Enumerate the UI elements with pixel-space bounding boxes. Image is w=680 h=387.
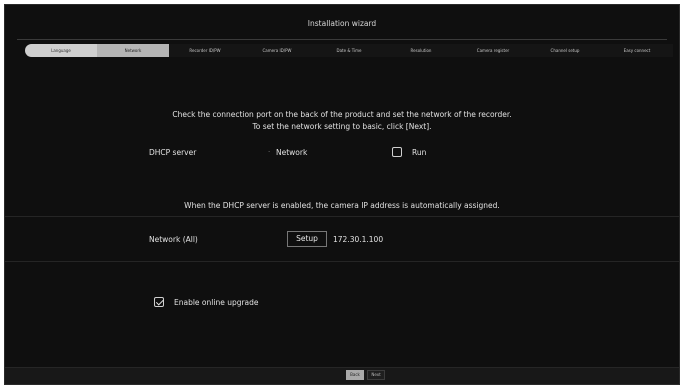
dhcp-server-label: DHCP server (149, 148, 197, 157)
step-camera-register[interactable]: Camera register (457, 44, 529, 57)
installation-wizard-window: Installation wizard Language Network Rec… (4, 4, 680, 385)
step-network[interactable]: Network (97, 44, 169, 57)
step-channel-setup[interactable]: Channel setup (529, 44, 601, 57)
online-upgrade-checkbox[interactable] (154, 297, 164, 307)
dhcp-network-option: Network (276, 148, 308, 157)
step-camera-id-pw[interactable]: Camera ID/PW (241, 44, 313, 57)
next-button[interactable]: Next (367, 370, 385, 380)
dhcp-run-label: Run (412, 148, 427, 157)
network-all-label: Network (All) (149, 235, 198, 244)
step-language[interactable]: Language (25, 44, 97, 57)
bullet-icon: · (268, 148, 271, 156)
dhcp-note: When the DHCP server is enabled, the cam… (184, 201, 500, 210)
section-divider (5, 216, 679, 217)
step-easy-connect[interactable]: Easy connect (601, 44, 673, 57)
wizard-steps: Language Network Recorder ID/PW Camera I… (25, 44, 673, 57)
network-ip-value: 172.30.1.100 (333, 235, 384, 244)
section-divider (5, 261, 679, 262)
step-resolution[interactable]: Resolution (385, 44, 457, 57)
back-button[interactable]: Back (346, 370, 364, 380)
bottom-bar: Back Next (5, 367, 679, 384)
network-setup-button[interactable]: Setup (287, 231, 327, 247)
instruction-line-1: Check the connection port on the back of… (172, 110, 512, 119)
online-upgrade-label: Enable online upgrade (174, 298, 259, 307)
window-title: Installation wizard (307, 19, 377, 28)
step-recorder-id-pw[interactable]: Recorder ID/PW (169, 44, 241, 57)
dhcp-run-checkbox[interactable] (392, 147, 402, 157)
title-divider (17, 39, 667, 40)
instruction-line-2: To set the network setting to basic, cli… (252, 122, 432, 131)
step-date-time[interactable]: Date & Time (313, 44, 385, 57)
